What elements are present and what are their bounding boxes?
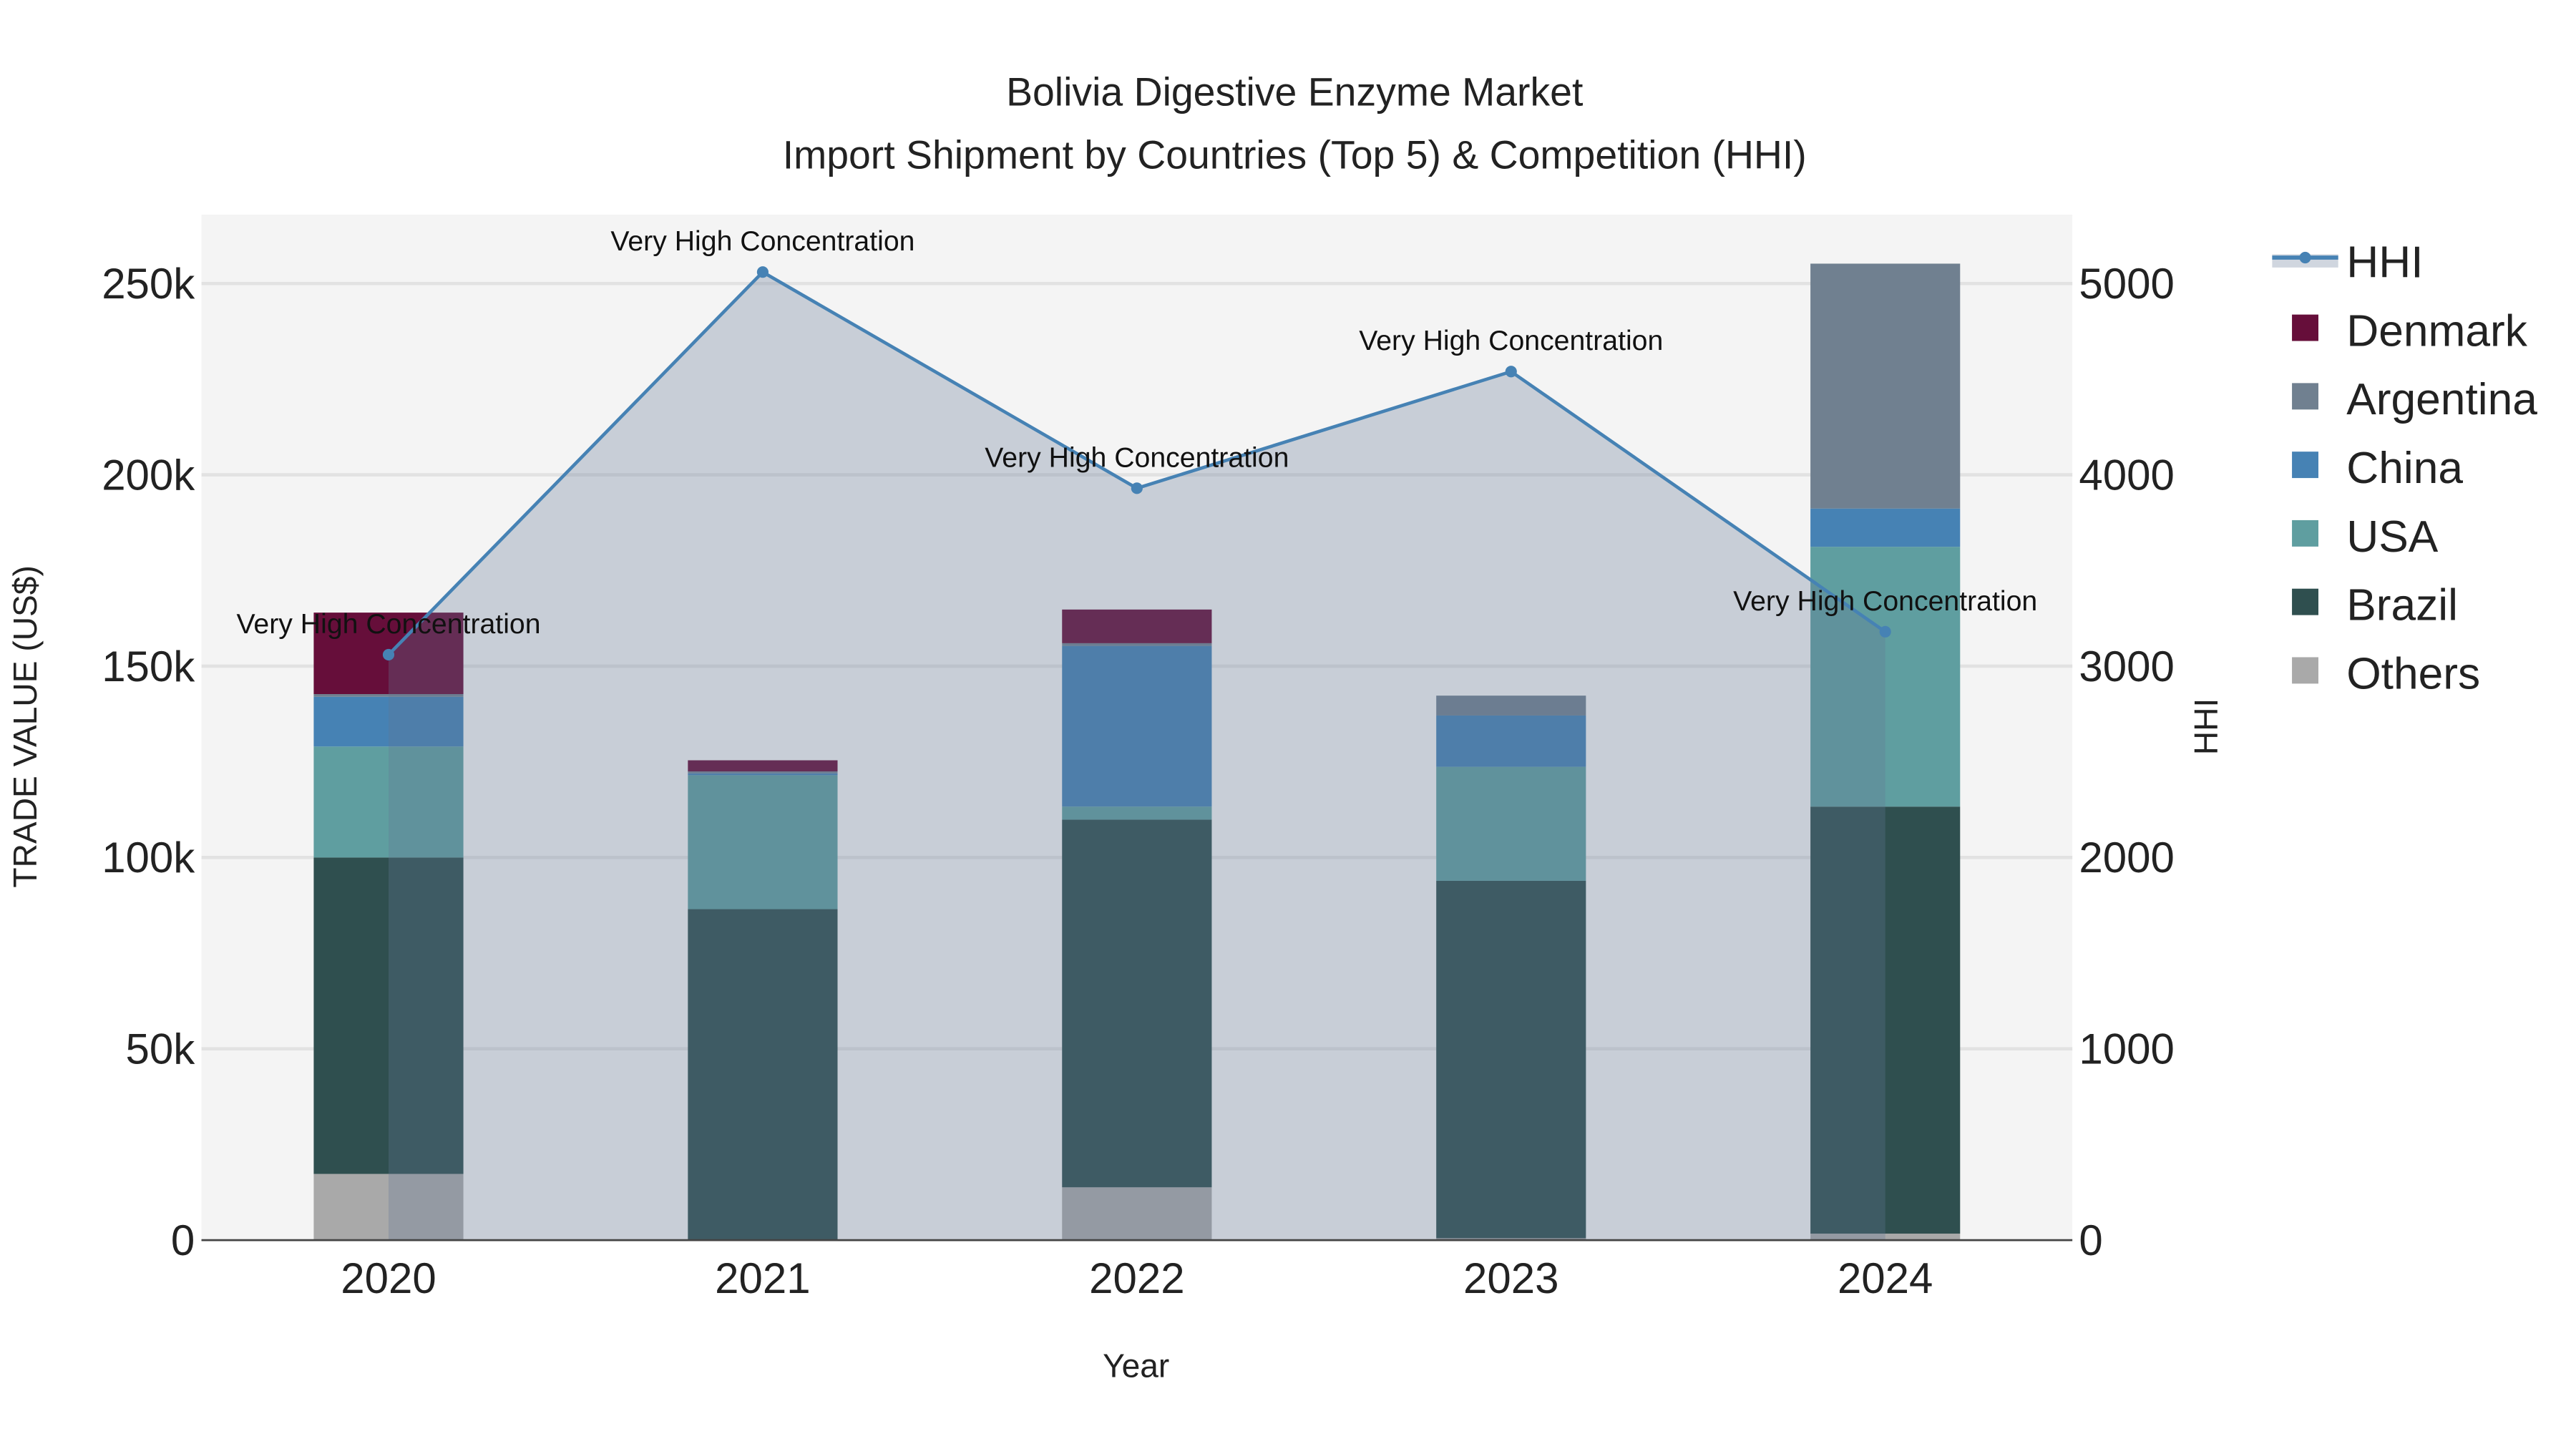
legend-label-brazil: Brazil [2346, 581, 2458, 630]
hhi-point-2021 [756, 266, 769, 278]
hhi-annotation: Very High Concentration [1359, 325, 1663, 356]
y2-tick-label: 5000 [2079, 260, 2174, 308]
legend-label-denmark: Denmark [2346, 306, 2528, 356]
chart: Very High Concentration Very High Concent… [0, 0, 2576, 1449]
legend-label-hhi: HHI [2346, 238, 2423, 288]
y-tick-label: 50k [126, 1025, 196, 1073]
x-tick-label: 2024 [1838, 1254, 1933, 1302]
x-tick-label: 2020 [341, 1254, 436, 1302]
legend-label-usa: USA [2346, 512, 2439, 562]
y-tick-label: 150k [102, 643, 195, 691]
legend-label-argentina: Argentina [2346, 375, 2537, 424]
y-tick-label: 0 [171, 1216, 195, 1264]
legend-swatch-others [2292, 657, 2318, 684]
legend-swatch-china [2292, 452, 2318, 479]
y2-tick-label: 0 [2079, 1216, 2102, 1264]
legend-label-china: China [2346, 444, 2463, 493]
x-axis-label: Year [1103, 1347, 1169, 1385]
y-axis-label: TRADE VALUE (US$) [6, 565, 44, 887]
hhi-point-2020 [382, 648, 395, 661]
legend-swatch-argentina [2292, 383, 2318, 410]
hhi-annotation: Very High Concentration [985, 441, 1289, 473]
legend-swatch-usa [2292, 519, 2318, 547]
y2-tick-label: 1000 [2079, 1025, 2174, 1073]
y2-tick-label: 3000 [2079, 643, 2174, 691]
bar-argentina-2024 [1810, 263, 1961, 509]
y-tick-label: 250k [102, 260, 195, 308]
legend-swatch-brazil [2292, 588, 2318, 615]
hhi-annotation: Very High Concentration [236, 608, 540, 640]
bar-china-2024 [1810, 508, 1961, 547]
y-tick-label: 100k [102, 834, 195, 882]
chart-subtitle: Import Shipment by Countries (Top 5) & C… [783, 132, 1807, 177]
x-tick-label: 2023 [1463, 1254, 1558, 1302]
legend-swatch-denmark [2292, 314, 2318, 341]
hhi-point-2024 [1879, 625, 1891, 638]
y-tick-label: 200k [102, 451, 195, 499]
hhi-point-2023 [1505, 366, 1517, 378]
hhi-point-2022 [1131, 482, 1143, 494]
x-tick-label: 2022 [1089, 1254, 1184, 1302]
hhi-annotation: Very High Concentration [610, 225, 914, 257]
y2-axis-label: HHI [2187, 698, 2225, 755]
hhi-annotation: Very High Concentration [1733, 585, 2037, 617]
legend-hhi-marker [2299, 251, 2311, 264]
legend-label-others: Others [2346, 649, 2480, 698]
x-tick-label: 2021 [715, 1254, 810, 1302]
chart-title: Bolivia Digestive Enzyme Market [1006, 70, 1583, 114]
y2-tick-label: 4000 [2079, 451, 2174, 499]
y2-tick-label: 2000 [2079, 834, 2174, 882]
